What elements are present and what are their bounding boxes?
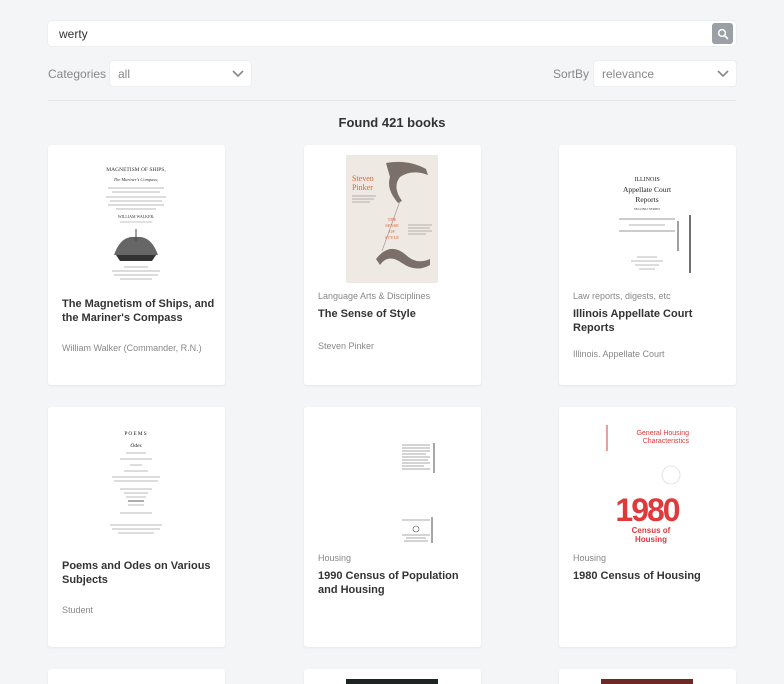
categories-select[interactable]: all [110, 61, 251, 86]
book-cover: ILLINOIS Appellate Court Reports SECOND … [601, 155, 693, 283]
book-card[interactable]: MAGNETISM OF SHIPS, The Mariner's Compas… [48, 145, 225, 385]
book-cover: General Housing Characteristics 1980 Cen… [601, 417, 693, 545]
cover-author-line: WILLIAM WALKER, [118, 214, 154, 220]
book-card[interactable] [304, 669, 481, 684]
book-cover: Steven Pinker THE SENSE OF STYLE [346, 155, 438, 283]
book-title[interactable]: Poems and Odes on Various Subjects [62, 559, 217, 587]
sortby-select[interactable]: relevance [594, 61, 736, 86]
book-author: Steven Pinker [318, 341, 375, 351]
cover-footer-line: Census of [632, 526, 671, 535]
book-category: Language Arts & Disciplines [318, 291, 431, 301]
cover-title-line: Odes [130, 443, 141, 449]
book-card[interactable]: General Housing Characteristics 1980 Cen… [559, 407, 736, 647]
cover-title-line: THE [388, 217, 397, 222]
book-title[interactable]: 1980 Census of Housing [573, 569, 728, 583]
book-author: William Walker (Commander, R.N.) [62, 343, 202, 353]
cover-title-line: OF [389, 229, 395, 234]
book-title[interactable]: The Sense of Style [318, 307, 473, 321]
book-card[interactable] [559, 669, 736, 684]
search-icon [717, 28, 728, 39]
cover-title-line: Appellate Court [623, 185, 672, 194]
book-cover: POEMS Odes [90, 417, 182, 545]
sortby-value: relevance [602, 66, 655, 81]
book-author: Student [62, 605, 94, 615]
search-bar [48, 21, 736, 46]
book-cover [601, 679, 693, 684]
book-category: Housing [318, 553, 352, 563]
book-cover [346, 417, 438, 545]
cover-title-line: MAGNETISM OF SHIPS, [106, 167, 166, 173]
book-card[interactable]: POEMS Odes Poems and Odes on Various Sub… [48, 407, 225, 647]
book-card[interactable]: ILLINOIS Appellate Court Reports SECOND … [559, 145, 736, 385]
cover-title-line: SENSE [385, 223, 399, 228]
book-title[interactable]: 1990 Census of Population and Housing [318, 569, 473, 597]
cover-title-line: ILLINOIS [634, 177, 659, 183]
divider [48, 100, 736, 101]
cover-title-line: Reports [635, 195, 658, 204]
search-input[interactable] [48, 21, 688, 46]
cover-title-line: The Mariner's Compass; [114, 177, 159, 182]
cover-author-line: Pinker [352, 183, 373, 192]
cover-title-line: STYLE [385, 235, 399, 240]
chevron-down-icon [717, 70, 729, 78]
cover-footer-line: Housing [635, 535, 667, 544]
book-category: Housing [573, 553, 607, 563]
book-title[interactable]: Illinois Appellate Court Reports [573, 307, 728, 335]
book-author: Illinois. Appellate Court [573, 349, 665, 359]
book-card[interactable] [48, 669, 225, 684]
cover-header-line: Characteristics [643, 438, 690, 445]
cover-header-line: General Housing [636, 430, 689, 437]
book-card[interactable]: Housing 1990 Census of Population and Ho… [304, 407, 481, 647]
book-cover: MAGNETISM OF SHIPS, The Mariner's Compas… [86, 155, 186, 283]
categories-label: Categories [48, 67, 107, 81]
results-count: Found 421 books [338, 115, 446, 130]
book-title[interactable]: The Magnetism of Ships, and the Mariner'… [62, 297, 217, 325]
sortby-label: SortBy [553, 67, 590, 81]
categories-value: all [118, 66, 131, 81]
cover-subtitle: SECOND SERIES [634, 207, 661, 211]
book-card[interactable]: Steven Pinker THE SENSE OF STYLE Languag… [304, 145, 481, 385]
book-cover [346, 679, 438, 684]
cover-big-number: 1980 [615, 492, 679, 528]
cover-title-line: POEMS [124, 431, 147, 437]
chevron-down-icon [232, 70, 244, 78]
cover-author-line: Steven [352, 174, 374, 183]
search-button[interactable] [712, 23, 733, 44]
book-category: Law reports, digests, etc [573, 291, 671, 301]
